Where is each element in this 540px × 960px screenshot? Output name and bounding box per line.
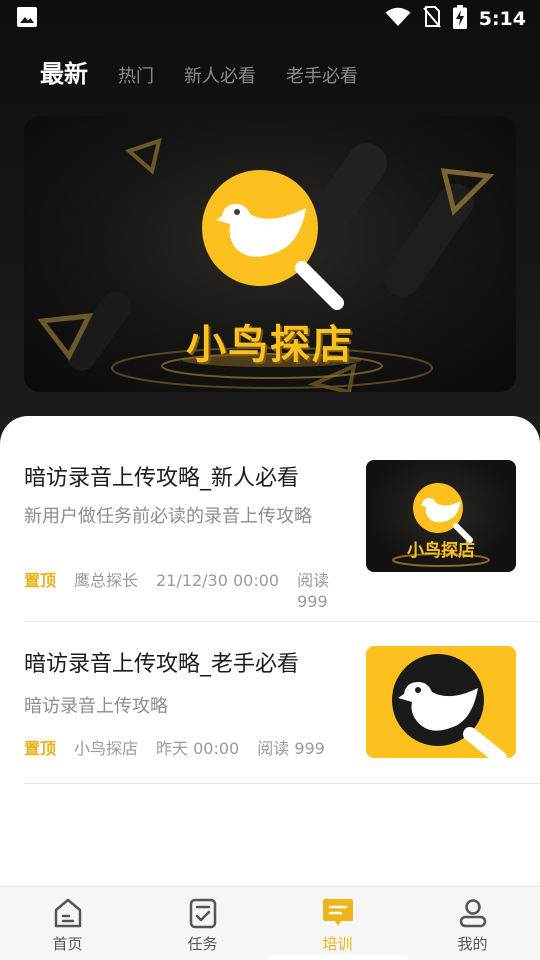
no-sim-icon <box>422 6 441 32</box>
status-time: 5:14 <box>478 8 526 30</box>
banner-logo-text: 小鸟探店 <box>186 322 354 368</box>
nav-label: 我的 <box>457 935 488 953</box>
article-card[interactable]: 暗访录音上传攻略_新人必看 新用户做任务前必读的录音上传攻略 置顶 鹰总探长 2… <box>24 436 540 622</box>
profile-icon <box>455 895 491 931</box>
pin-badge: 置顶 <box>24 739 57 758</box>
bird-magnifier-logo-icon <box>392 654 507 758</box>
home-icon <box>50 895 86 931</box>
tab-latest[interactable]: 最新 <box>40 54 88 89</box>
article-author: 鹰总探长 <box>74 571 139 590</box>
article-description: 新用户做任务前必读的录音上传攻略 <box>24 506 312 527</box>
home-indicator <box>268 955 408 960</box>
article-time: 昨天 00:00 <box>156 739 240 758</box>
article-meta: 置顶 小鸟探店 昨天 00:00 阅读 999 <box>24 738 325 759</box>
tab-newcomer[interactable]: 新人必看 <box>184 62 256 88</box>
article-read-count: 阅读 999 <box>297 571 330 611</box>
article-title: 暗访录音上传攻略_老手必看 <box>24 652 300 677</box>
article-description: 暗访录音上传攻略 <box>24 696 168 717</box>
training-icon <box>320 895 356 931</box>
nav-label: 培训 <box>322 935 353 953</box>
banner[interactable]: 小鸟探店 <box>24 116 516 392</box>
nav-home[interactable]: 首页 <box>0 887 135 960</box>
nav-label: 首页 <box>52 935 83 953</box>
tab-hot[interactable]: 热门 <box>118 62 154 88</box>
article-card[interactable]: 暗访录音上传攻略_老手必看 暗访录音上传攻略 置顶 小鸟探店 昨天 00:00 … <box>24 622 540 784</box>
article-time: 21/12/30 00:00 <box>156 571 280 590</box>
article-thumbnail[interactable] <box>366 646 516 758</box>
image-icon <box>16 6 38 32</box>
nav-training[interactable]: 培训 <box>270 887 405 960</box>
nav-profile[interactable]: 我的 <box>405 887 540 960</box>
bottom-nav: 首页 任务 培训 我的 <box>0 886 540 960</box>
pin-badge: 置顶 <box>24 571 57 590</box>
task-icon <box>185 895 221 931</box>
status-bar: 5:14 <box>0 0 540 38</box>
article-title: 暗访录音上传攻略_新人必看 <box>24 466 300 491</box>
thumbnail-logo-text: 小鸟探店 <box>407 541 475 561</box>
article-read-count: 阅读 999 <box>257 739 325 758</box>
battery-charging-icon <box>452 5 467 33</box>
nav-label: 任务 <box>187 935 218 953</box>
wifi-icon <box>385 7 411 31</box>
category-tabs: 最新 热门 新人必看 老手必看 <box>40 54 358 94</box>
article-author: 小鸟探店 <box>74 739 139 758</box>
article-list: 暗访录音上传攻略_新人必看 新用户做任务前必读的录音上传攻略 置顶 鹰总探长 2… <box>0 416 540 886</box>
nav-task[interactable]: 任务 <box>135 887 270 960</box>
article-meta: 置顶 鹰总探长 21/12/30 00:00 阅读 999 <box>24 570 337 612</box>
article-thumbnail[interactable]: 小鸟探店 <box>366 460 516 572</box>
tab-veteran[interactable]: 老手必看 <box>286 62 358 88</box>
